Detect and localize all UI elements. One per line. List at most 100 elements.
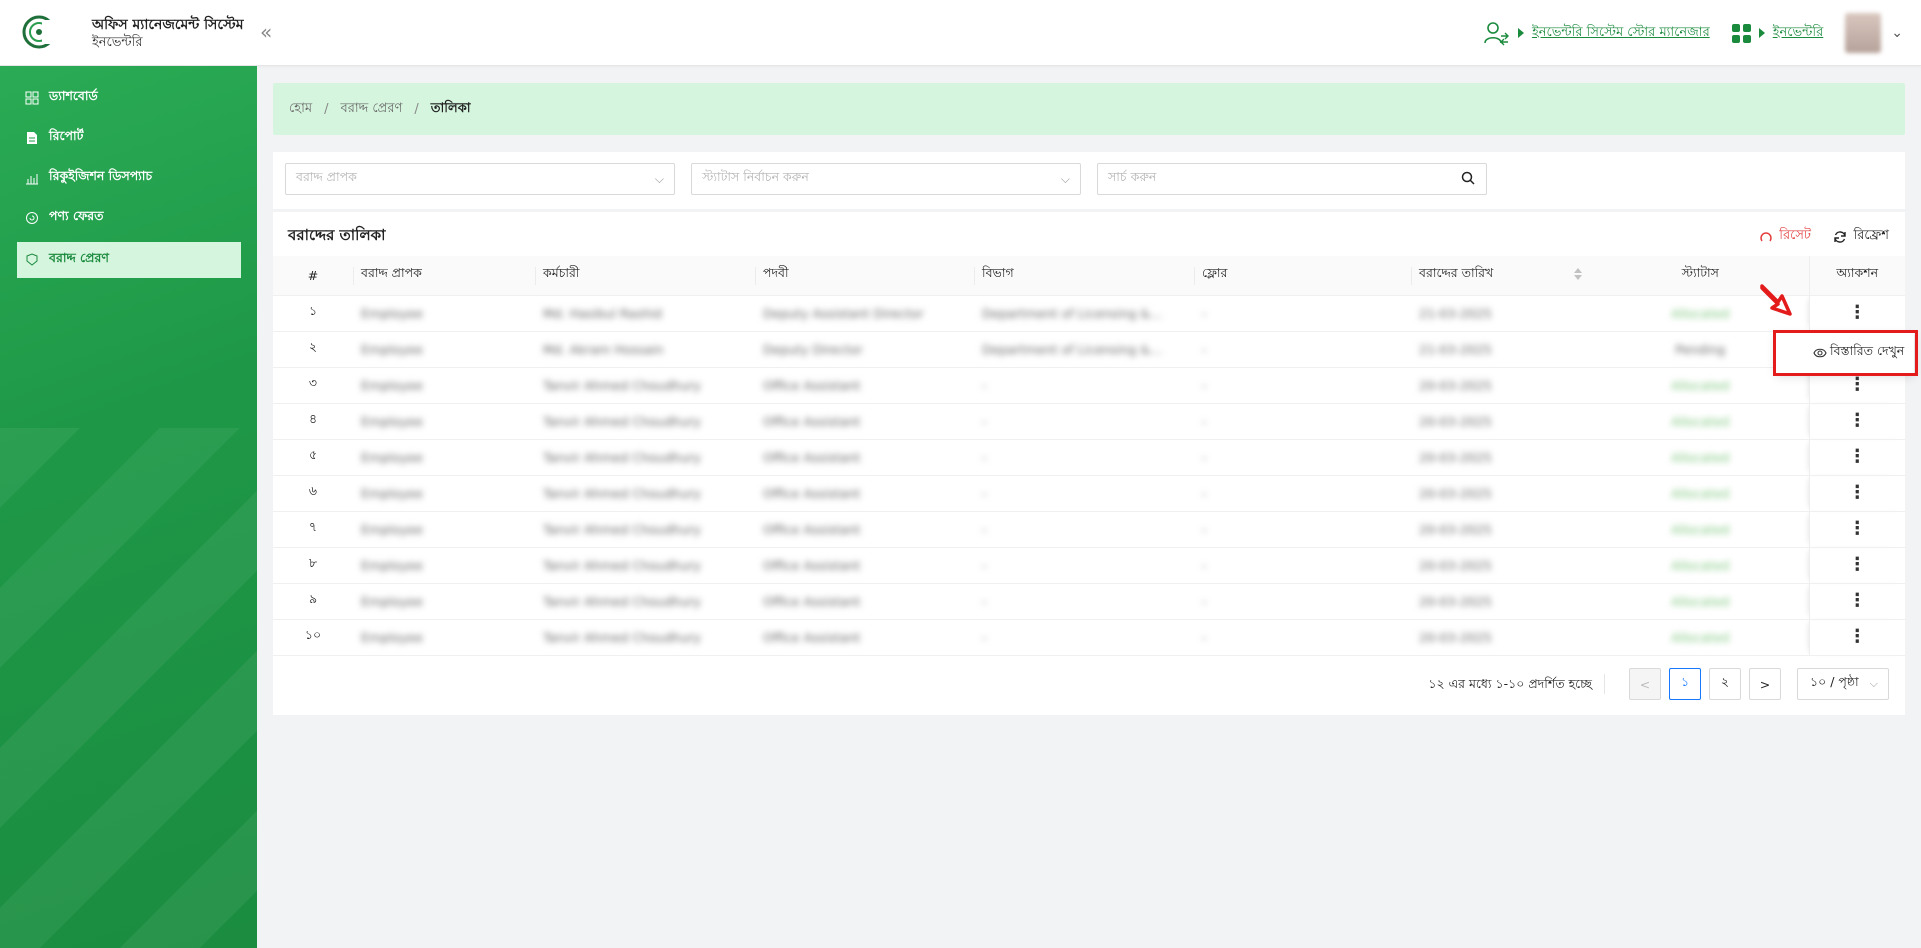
row-designation: Office Assistant [755,583,974,620]
prev-page-button[interactable]: < [1629,668,1661,700]
row-action: ⋮ [1808,475,1905,512]
row-employee: Tanvir Ahmed Choudhury [535,475,755,512]
apps-grid-icon[interactable] [1731,23,1751,43]
more-actions-icon[interactable]: ⋮ [1848,590,1866,611]
sidebar-item-report[interactable]: রিপোর্ট [17,120,241,156]
row-action: ⋮ [1808,439,1905,476]
row-date: 20-03-2025 [1411,511,1592,548]
row-index: ৯ [273,583,353,620]
sidebar-item-allocation[interactable]: বরাদ্দ প্রেরণ [17,242,241,278]
row-employee: Tanvir Ahmed Choudhury [535,403,755,440]
table-title: বরাদ্দের তালিকা [288,226,386,244]
filter-panel: বরাদ্দ প্রাপক ⌵ স্ট্যাটাস নির্বাচন করুন … [273,152,1905,209]
row-floor: - [1194,547,1411,584]
row-department: - [974,511,1194,548]
search-icon[interactable] [1460,170,1476,186]
row-status: Allocated [1592,403,1809,440]
dashboard-icon [25,91,39,105]
row-employee: Tanvir Ahmed Choudhury [535,583,755,620]
row-employee: Tanvir Ahmed Choudhury [535,619,755,656]
row-action: ⋮ [1808,619,1905,656]
table-row: ৭ Employee Tanvir Ahmed Choudhury Office As… [273,511,1905,548]
more-actions-icon[interactable]: ⋮ [1848,626,1866,647]
more-actions-icon[interactable]: ⋮ [1848,554,1866,575]
app-subtitle: ইনভেন্টরি [92,35,143,50]
chevron-down-icon[interactable]: ⌄ [1891,25,1903,41]
row-floor: - [1194,367,1411,404]
breadcrumb-separator: / [324,101,329,117]
pagination: ১২ এর মধ্যে ১-১০ প্রদর্শিত হচ্ছে < ১ ২ >… [1428,668,1889,700]
sidebar-item-dashboard[interactable]: ড্যাশবোর্ড [17,80,241,116]
sidebar-item-label: পণ্য ফেরত [49,208,104,223]
more-actions-icon[interactable]: ⋮ [1848,518,1866,539]
row-employee: Tanvir Ahmed Choudhury [535,367,755,404]
breadcrumb-section[interactable]: বরাদ্দ প্রেরণ [340,99,402,120]
row-designation: Office Assistant [755,619,974,656]
sidebar-item-dispatch[interactable]: রিকুইজিশন ডিসপ্যাচ [17,160,241,196]
more-actions-icon[interactable]: ⋮ [1848,410,1866,431]
row-date: 21-03-2025 [1411,295,1592,332]
breadcrumb-separator: / [414,101,419,117]
table-row: ৯ Employee Tanvir Ahmed Choudhury Office As… [273,583,1905,620]
chevron-down-icon: ⌵ [1060,172,1070,186]
row-date: 21-03-2025 [1411,331,1592,368]
sidebar-item-label: ড্যাশবোর্ড [49,88,98,103]
row-designation: Deputy Director [755,331,974,368]
sidebar-item-return[interactable]: পণ্য ফেরত [17,200,241,236]
page-size-value: ১০ / পৃষ্ঠা [1810,674,1859,689]
column-employee: কর্মচারী [535,256,755,296]
table-row: ৩ Employee Tanvir Ahmed Choudhury Office As… [273,367,1905,404]
chevron-down-icon: ⌵ [1869,677,1878,690]
breadcrumb-home[interactable]: হোম [289,99,312,120]
row-department: - [974,583,1194,620]
status-select[interactable]: স্ট্যাটাস নির্বাচন করুন ⌵ [691,163,1081,195]
more-actions-icon[interactable]: ⋮ [1848,302,1866,323]
table-row: ১ Employee Md. Hasibul Rashid Deputy Assist… [273,295,1905,332]
page-2-button[interactable]: ২ [1709,668,1741,700]
row-recipient: Employee [353,331,535,368]
search-input[interactable]: সার্চ করুন [1097,163,1487,195]
row-date: 20-03-2025 [1411,583,1592,620]
table-row: ৮ Employee Tanvir Ahmed Choudhury Office As… [273,547,1905,584]
refresh-button[interactable]: রিফ্রেশ [1833,226,1889,247]
row-index: ১ [273,295,353,332]
column-index: # [273,256,353,296]
more-actions-icon[interactable]: ⋮ [1848,374,1866,395]
pagination-info: ১২ এর মধ্যে ১-১০ প্রদর্শিত হচ্ছে [1428,674,1605,694]
row-index: ৩ [273,367,353,404]
row-date: 20-03-2025 [1411,439,1592,476]
row-department: - [974,619,1194,656]
more-actions-icon[interactable]: ⋮ [1848,482,1866,503]
row-department: - [974,547,1194,584]
next-page-button[interactable]: > [1749,668,1781,700]
page-1-button[interactable]: ১ [1669,668,1701,700]
role-link[interactable]: ইনভেন্টরি সিস্টেম স্টোর ম্যানেজার [1532,23,1710,44]
breadcrumb: হোম / বরাদ্দ প্রেরণ / তালিকা [273,83,1905,135]
highlight-box [1773,330,1918,376]
table-row: ৫ Employee Tanvir Ahmed Choudhury Office As… [273,439,1905,476]
sort-icon[interactable] [1574,268,1582,280]
row-status: Allocated [1592,439,1809,476]
row-recipient: Employee [353,583,535,620]
reset-icon [1760,231,1772,241]
page-size-select[interactable]: ১০ / পৃষ্ঠা ⌵ [1797,668,1889,700]
recipient-select[interactable]: বরাদ্দ প্রাপক ⌵ [285,163,675,195]
avatar[interactable] [1845,13,1882,53]
more-actions-icon[interactable]: ⋮ [1848,446,1866,467]
column-allocation-date[interactable]: বরাদ্দের তারিখ [1411,256,1592,296]
row-index: ৮ [273,547,353,584]
row-employee: Md. Akram Hossain [535,331,755,368]
row-floor: - [1194,619,1411,656]
row-recipient: Employee [353,439,535,476]
row-recipient: Employee [353,403,535,440]
row-designation: Deputy Assistant Director [755,295,974,332]
status-select-placeholder: স্ট্যাটাস নির্বাচন করুন [702,169,809,184]
row-recipient: Employee [353,547,535,584]
row-date: 20-03-2025 [1411,403,1592,440]
sidebar-collapse-button[interactable]: « [260,20,272,44]
row-action: ⋮ [1808,403,1905,440]
row-date: 20-03-2025 [1411,619,1592,656]
reset-button[interactable]: রিসেট [1759,226,1811,247]
row-recipient: Employee [353,619,535,656]
module-link[interactable]: ইনভেন্টরি [1773,23,1824,44]
